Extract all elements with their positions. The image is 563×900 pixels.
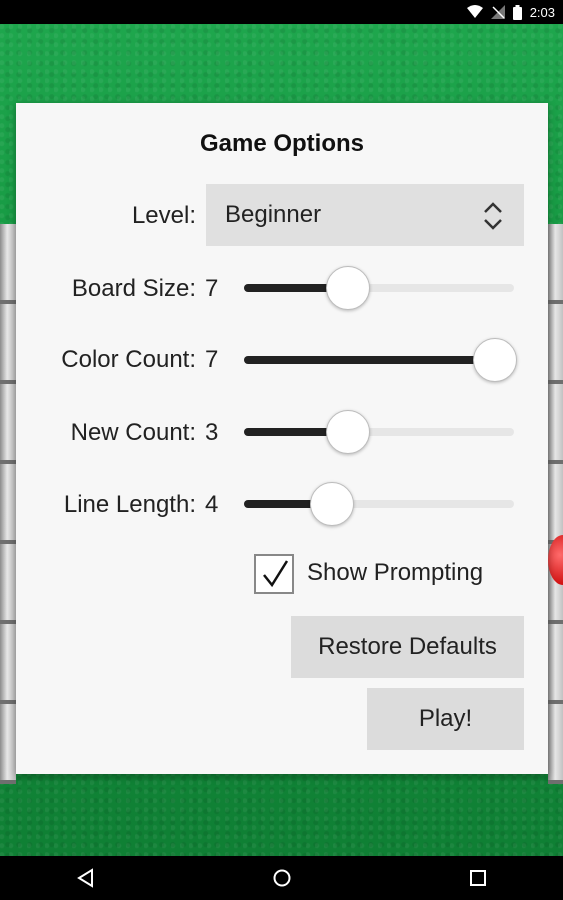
signal-off-icon [490, 5, 505, 19]
color-count-slider[interactable] [244, 338, 517, 382]
board-cell [0, 384, 16, 464]
level-label: Level: [131, 202, 196, 229]
board-cell [548, 384, 563, 464]
show-prompting-label[interactable]: Show Prompting [307, 559, 483, 587]
board-cell [548, 704, 563, 784]
line-length-slider[interactable] [244, 482, 514, 526]
level-value: Beginner [225, 201, 322, 228]
board-cell [0, 544, 16, 624]
board-cell [0, 224, 16, 304]
board-column-left [0, 224, 16, 784]
slider-thumb[interactable] [309, 482, 354, 526]
battery-icon [512, 4, 522, 20]
back-icon[interactable] [76, 868, 96, 888]
slider-thumb[interactable] [325, 266, 370, 310]
board-cell [548, 304, 563, 384]
dialog-title: Game Options [199, 130, 365, 157]
line-length-label: Line Length: [63, 491, 196, 518]
new-count-label: New Count: [70, 419, 196, 446]
play-button[interactable]: Play! [367, 688, 524, 750]
home-icon[interactable] [272, 868, 292, 888]
status-icons: 2:03 [466, 4, 555, 20]
status-bar: 2:03 [0, 0, 563, 24]
slider-fill [244, 356, 494, 364]
status-time: 2:03 [529, 4, 555, 20]
board-size-slider[interactable] [244, 266, 514, 310]
board-cell [0, 624, 16, 704]
board-cell [0, 304, 16, 384]
updown-icon [484, 202, 502, 230]
game-options-dialog: Game Options Level: Beginner Board Size:… [16, 103, 548, 774]
board-cell [0, 464, 16, 544]
recents-icon[interactable] [468, 868, 488, 888]
wifi-icon [466, 5, 483, 18]
new-count-slider[interactable] [244, 410, 514, 454]
slider-thumb[interactable] [325, 410, 370, 454]
board-cell [0, 704, 16, 784]
board-column-right [548, 224, 563, 784]
color-count-label: Color Count: [61, 346, 196, 373]
level-select[interactable]: Beginner [206, 184, 524, 246]
board-size-label: Board Size: [71, 275, 196, 302]
navigation-bar [0, 856, 563, 900]
show-prompting-checkbox[interactable] [254, 554, 294, 594]
line-length-value: 4 [205, 491, 219, 518]
restore-defaults-button[interactable]: Restore Defaults [291, 616, 524, 678]
board-cell [548, 224, 563, 304]
board-cell [548, 464, 563, 544]
new-count-value: 3 [205, 419, 219, 446]
board-size-value: 7 [205, 275, 219, 302]
checkmark-icon [263, 560, 289, 588]
color-count-value: 7 [205, 346, 219, 373]
slider-thumb[interactable] [473, 338, 517, 382]
board-cell [548, 624, 563, 704]
